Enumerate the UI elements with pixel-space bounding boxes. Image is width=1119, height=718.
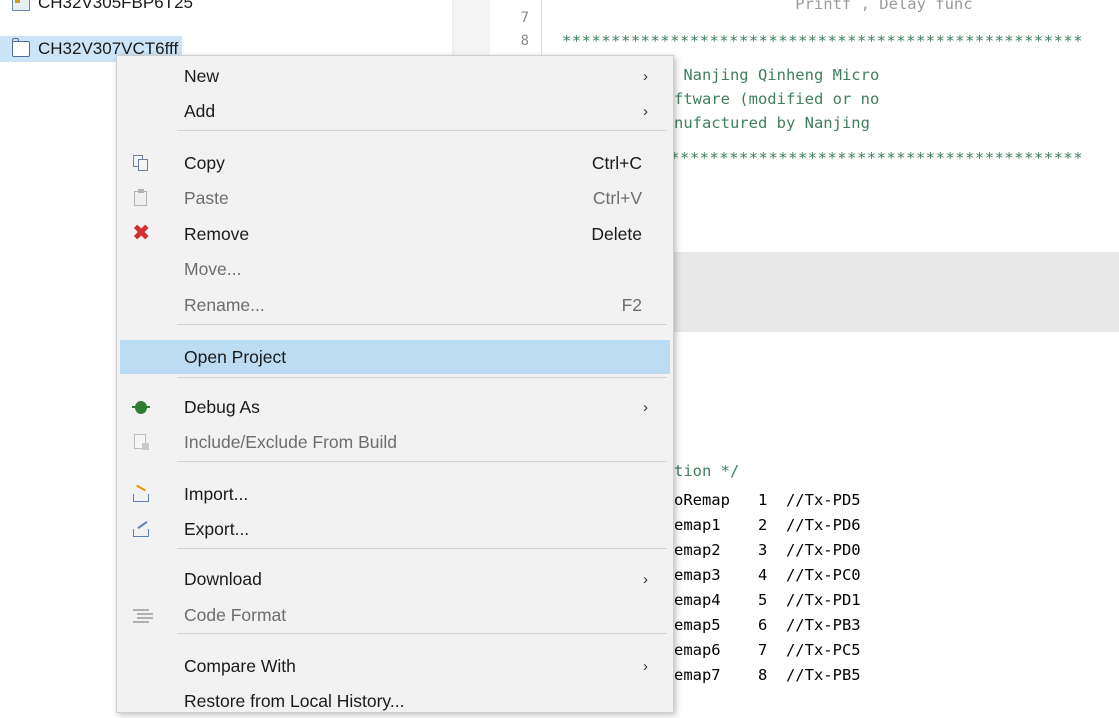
chevron-right-icon: › — [643, 67, 648, 85]
menu-item-shortcut: Ctrl+V — [592, 187, 642, 208]
menu-item-debug-as[interactable]: Debug As › — [120, 390, 670, 424]
remove-icon: ✖ — [132, 221, 151, 246]
menu-item-include-exclude-from-build[interactable]: Include/Exclude From Build — [120, 425, 670, 459]
import-icon — [132, 485, 150, 503]
copy-icon — [132, 154, 150, 172]
chevron-right-icon: › — [643, 102, 648, 120]
menu-item-shortcut: Delete — [591, 223, 642, 244]
menu-item-compare-with[interactable]: Compare With › — [120, 649, 670, 683]
line-number: 7 — [520, 10, 529, 26]
menu-item-shortcut: F2 — [621, 294, 642, 315]
menu-separator — [177, 377, 667, 378]
code-format-icon — [132, 606, 150, 624]
menu-separator — [177, 461, 667, 462]
menu-item-paste[interactable]: Paste Ctrl+V — [120, 181, 670, 215]
menu-item-restore-from-local-history[interactable]: Restore from Local History... — [120, 684, 670, 718]
menu-item-export[interactable]: Export... — [120, 512, 670, 546]
line-number: 8 — [520, 33, 529, 49]
tree-item-label: CH32V305FBP6T25 — [38, 0, 193, 12]
menu-item-label: Code Format — [184, 604, 287, 625]
code-line: ****************************************… — [562, 32, 1084, 50]
menu-item-new[interactable]: New › — [120, 59, 670, 93]
menu-separator — [177, 548, 667, 549]
menu-separator — [177, 633, 667, 634]
tree-item-project[interactable]: CH32V305FBP6T25 — [0, 0, 193, 16]
chevron-right-icon: › — [643, 398, 648, 416]
menu-item-label: Compare With — [184, 655, 296, 676]
debug-icon — [132, 398, 150, 416]
menu-item-copy[interactable]: Copy Ctrl+C — [120, 146, 670, 180]
menu-separator — [177, 130, 667, 131]
menu-item-label: Copy — [184, 152, 225, 173]
menu-item-move[interactable]: Move... — [120, 252, 670, 286]
chevron-right-icon: › — [643, 570, 648, 588]
menu-item-label: Import... — [184, 483, 249, 504]
menu-item-label: Move... — [184, 258, 242, 279]
menu-item-label: Add — [184, 100, 216, 121]
export-icon — [132, 520, 150, 538]
code-line: Printf , Delay func — [562, 0, 973, 13]
menu-item-code-format[interactable]: Code Format — [120, 598, 670, 632]
menu-item-shortcut: Ctrl+C — [591, 152, 642, 173]
menu-item-label: Debug As — [184, 396, 260, 417]
project-icon — [12, 0, 30, 11]
menu-item-remove[interactable]: ✖ Remove Delete — [120, 217, 670, 251]
paste-icon — [132, 189, 150, 207]
menu-item-rename[interactable]: Rename... F2 — [120, 288, 670, 322]
context-menu: New › Add › Copy Ctrl+C Paste Ctrl+V ✖ Remove Dele… — [116, 55, 674, 713]
menu-item-add[interactable]: Add › — [120, 94, 670, 128]
menu-item-open-project[interactable]: Open Project — [120, 340, 670, 374]
include-exclude-icon — [132, 433, 150, 451]
menu-item-label: Include/Exclude From Build — [184, 431, 398, 452]
menu-item-label: Restore from Local History... — [184, 690, 405, 711]
menu-item-label: Remove — [184, 223, 250, 244]
menu-item-label: New — [184, 65, 220, 86]
menu-item-label: Rename... — [184, 294, 265, 315]
menu-separator — [177, 324, 667, 325]
menu-item-label: Export... — [184, 518, 250, 539]
menu-item-label: Download — [184, 568, 262, 589]
folder-icon — [12, 38, 30, 57]
menu-item-label: Open Project — [184, 346, 287, 367]
chevron-right-icon: › — [643, 657, 648, 675]
menu-item-download[interactable]: Download › — [120, 562, 670, 596]
menu-item-label: Paste — [184, 187, 229, 208]
menu-item-import[interactable]: Import... — [120, 477, 670, 511]
